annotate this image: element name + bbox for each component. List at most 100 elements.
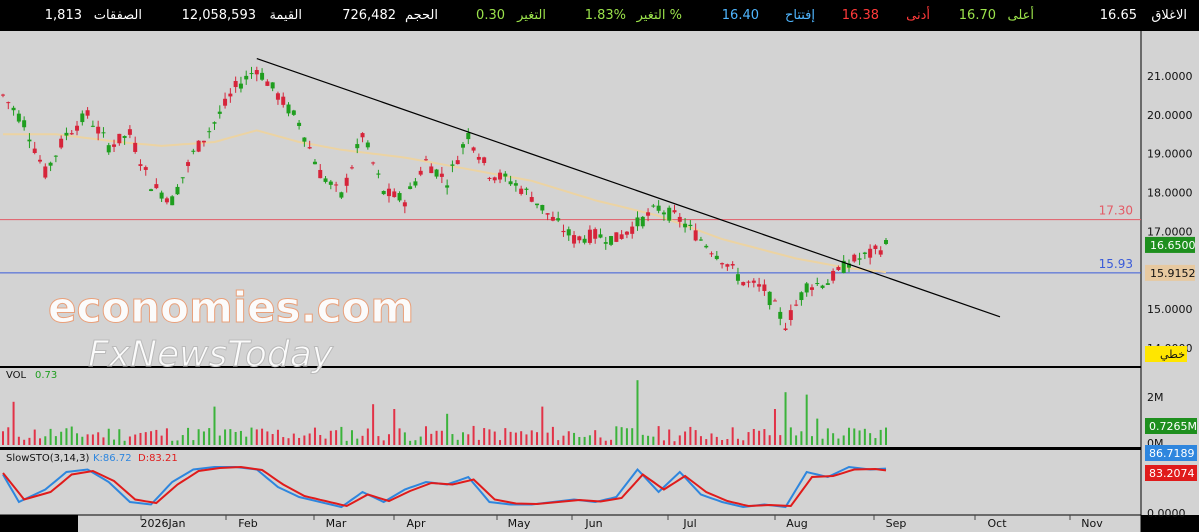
candle-body	[677, 216, 682, 222]
volume-panel	[0, 368, 1141, 447]
price-tick-label: 21.0000	[1147, 70, 1193, 83]
candle-body	[254, 70, 259, 75]
candle	[667, 205, 672, 223]
candle-body	[466, 132, 471, 140]
volume-bar	[54, 436, 57, 445]
volume-tick-label: 2M	[1147, 391, 1164, 404]
candle-body	[349, 167, 354, 169]
candle-body	[307, 147, 312, 149]
volume-bar	[625, 428, 628, 445]
candle-body	[191, 150, 196, 152]
price-chart[interactable]: الاغلاق 16.65 أعلى 16.70 أدنى 16.38 إفتت…	[0, 0, 1199, 532]
candle-body	[836, 267, 841, 270]
candle-body	[381, 191, 386, 195]
stochastic-d-badge: 83.2074	[1145, 465, 1197, 481]
candle-body	[788, 310, 793, 320]
candle-body	[180, 177, 185, 179]
time-tick-label: Oct	[987, 517, 1007, 530]
volume-bar	[382, 440, 385, 445]
candle-body	[698, 239, 703, 241]
volume-bar	[329, 430, 332, 445]
candle-body	[11, 107, 16, 111]
candle-body	[53, 155, 58, 157]
candle-body	[16, 113, 21, 122]
candle-body	[519, 188, 524, 194]
volume-bar	[551, 426, 554, 445]
last-price-badge: 16.6500	[1145, 236, 1196, 253]
candle-body	[455, 160, 460, 165]
volume-bar	[842, 435, 845, 445]
volume-bar	[657, 426, 660, 445]
candle-body	[672, 210, 677, 213]
candle-body	[751, 280, 756, 283]
volume-bar	[17, 436, 20, 445]
candle-body	[492, 177, 497, 181]
price-tick-label: 18.0000	[1147, 187, 1193, 200]
candle-body	[48, 162, 53, 166]
volume-bar	[287, 438, 290, 445]
candle-body	[461, 144, 466, 148]
watermark-fxnewstoday: FxNewsToday	[88, 334, 334, 375]
last-price-badge-text: 16.6500	[1150, 239, 1196, 252]
candle-body	[476, 156, 481, 160]
volume-bar	[160, 435, 163, 445]
candle-body	[884, 240, 888, 244]
high-value: 16.70	[959, 8, 996, 23]
chart-window: الاغلاق 16.65 أعلى 16.70 أدنى 16.38 إفتت…	[0, 0, 1199, 532]
volume-bar	[39, 438, 42, 445]
candle-body	[556, 218, 561, 221]
volume-bar	[261, 428, 264, 445]
time-tick-label: Jul	[682, 517, 696, 530]
volume-bar	[313, 427, 316, 445]
candle-body	[212, 122, 217, 124]
candle-body	[609, 236, 614, 245]
candle-body	[572, 235, 577, 244]
candle-body	[365, 142, 370, 148]
volume-bar	[7, 427, 10, 445]
volume-bar	[874, 438, 877, 445]
candle-body	[312, 161, 317, 165]
volume-bar	[377, 436, 380, 445]
volume-bar	[403, 432, 406, 445]
candle-body	[619, 234, 624, 239]
volume-bar	[689, 426, 692, 445]
candle-body	[852, 254, 857, 262]
candle-body	[735, 274, 740, 281]
candle-body	[85, 110, 90, 116]
volume-bar	[747, 432, 750, 445]
candle-body	[831, 270, 836, 281]
price-tick-label: 19.0000	[1147, 148, 1193, 161]
candle-body	[635, 217, 640, 227]
volume-bar	[779, 435, 782, 445]
candle-body	[355, 144, 360, 149]
candle-body	[38, 159, 43, 162]
trades-value: 1,813	[45, 8, 82, 23]
volume-bar	[705, 439, 708, 445]
volume-bar	[684, 431, 687, 445]
volume-bar	[424, 426, 427, 445]
candle-body	[106, 145, 111, 153]
candle-body	[725, 264, 730, 267]
volume-bar	[726, 439, 729, 445]
volume-bar	[826, 428, 829, 445]
candle-body	[112, 144, 117, 147]
volume-bar	[65, 428, 68, 445]
volume-bar	[181, 435, 184, 445]
volume-value: 726,482	[342, 8, 396, 23]
volume-bar	[694, 430, 697, 445]
candle-body	[80, 113, 85, 123]
candle-body	[439, 173, 444, 177]
volume-bar	[668, 429, 671, 445]
volume-bar	[361, 435, 364, 445]
candle	[852, 253, 857, 263]
candle-body	[196, 140, 201, 152]
candle-body	[302, 137, 307, 142]
open-label: إفتتاح	[785, 8, 815, 23]
volume-bar	[885, 427, 887, 445]
candle-body	[32, 148, 37, 153]
volume-bar	[224, 429, 227, 445]
candle-body	[709, 253, 714, 255]
candle-body	[614, 232, 619, 242]
candle-body	[43, 166, 48, 178]
time-tick-label: Sep	[886, 517, 907, 530]
